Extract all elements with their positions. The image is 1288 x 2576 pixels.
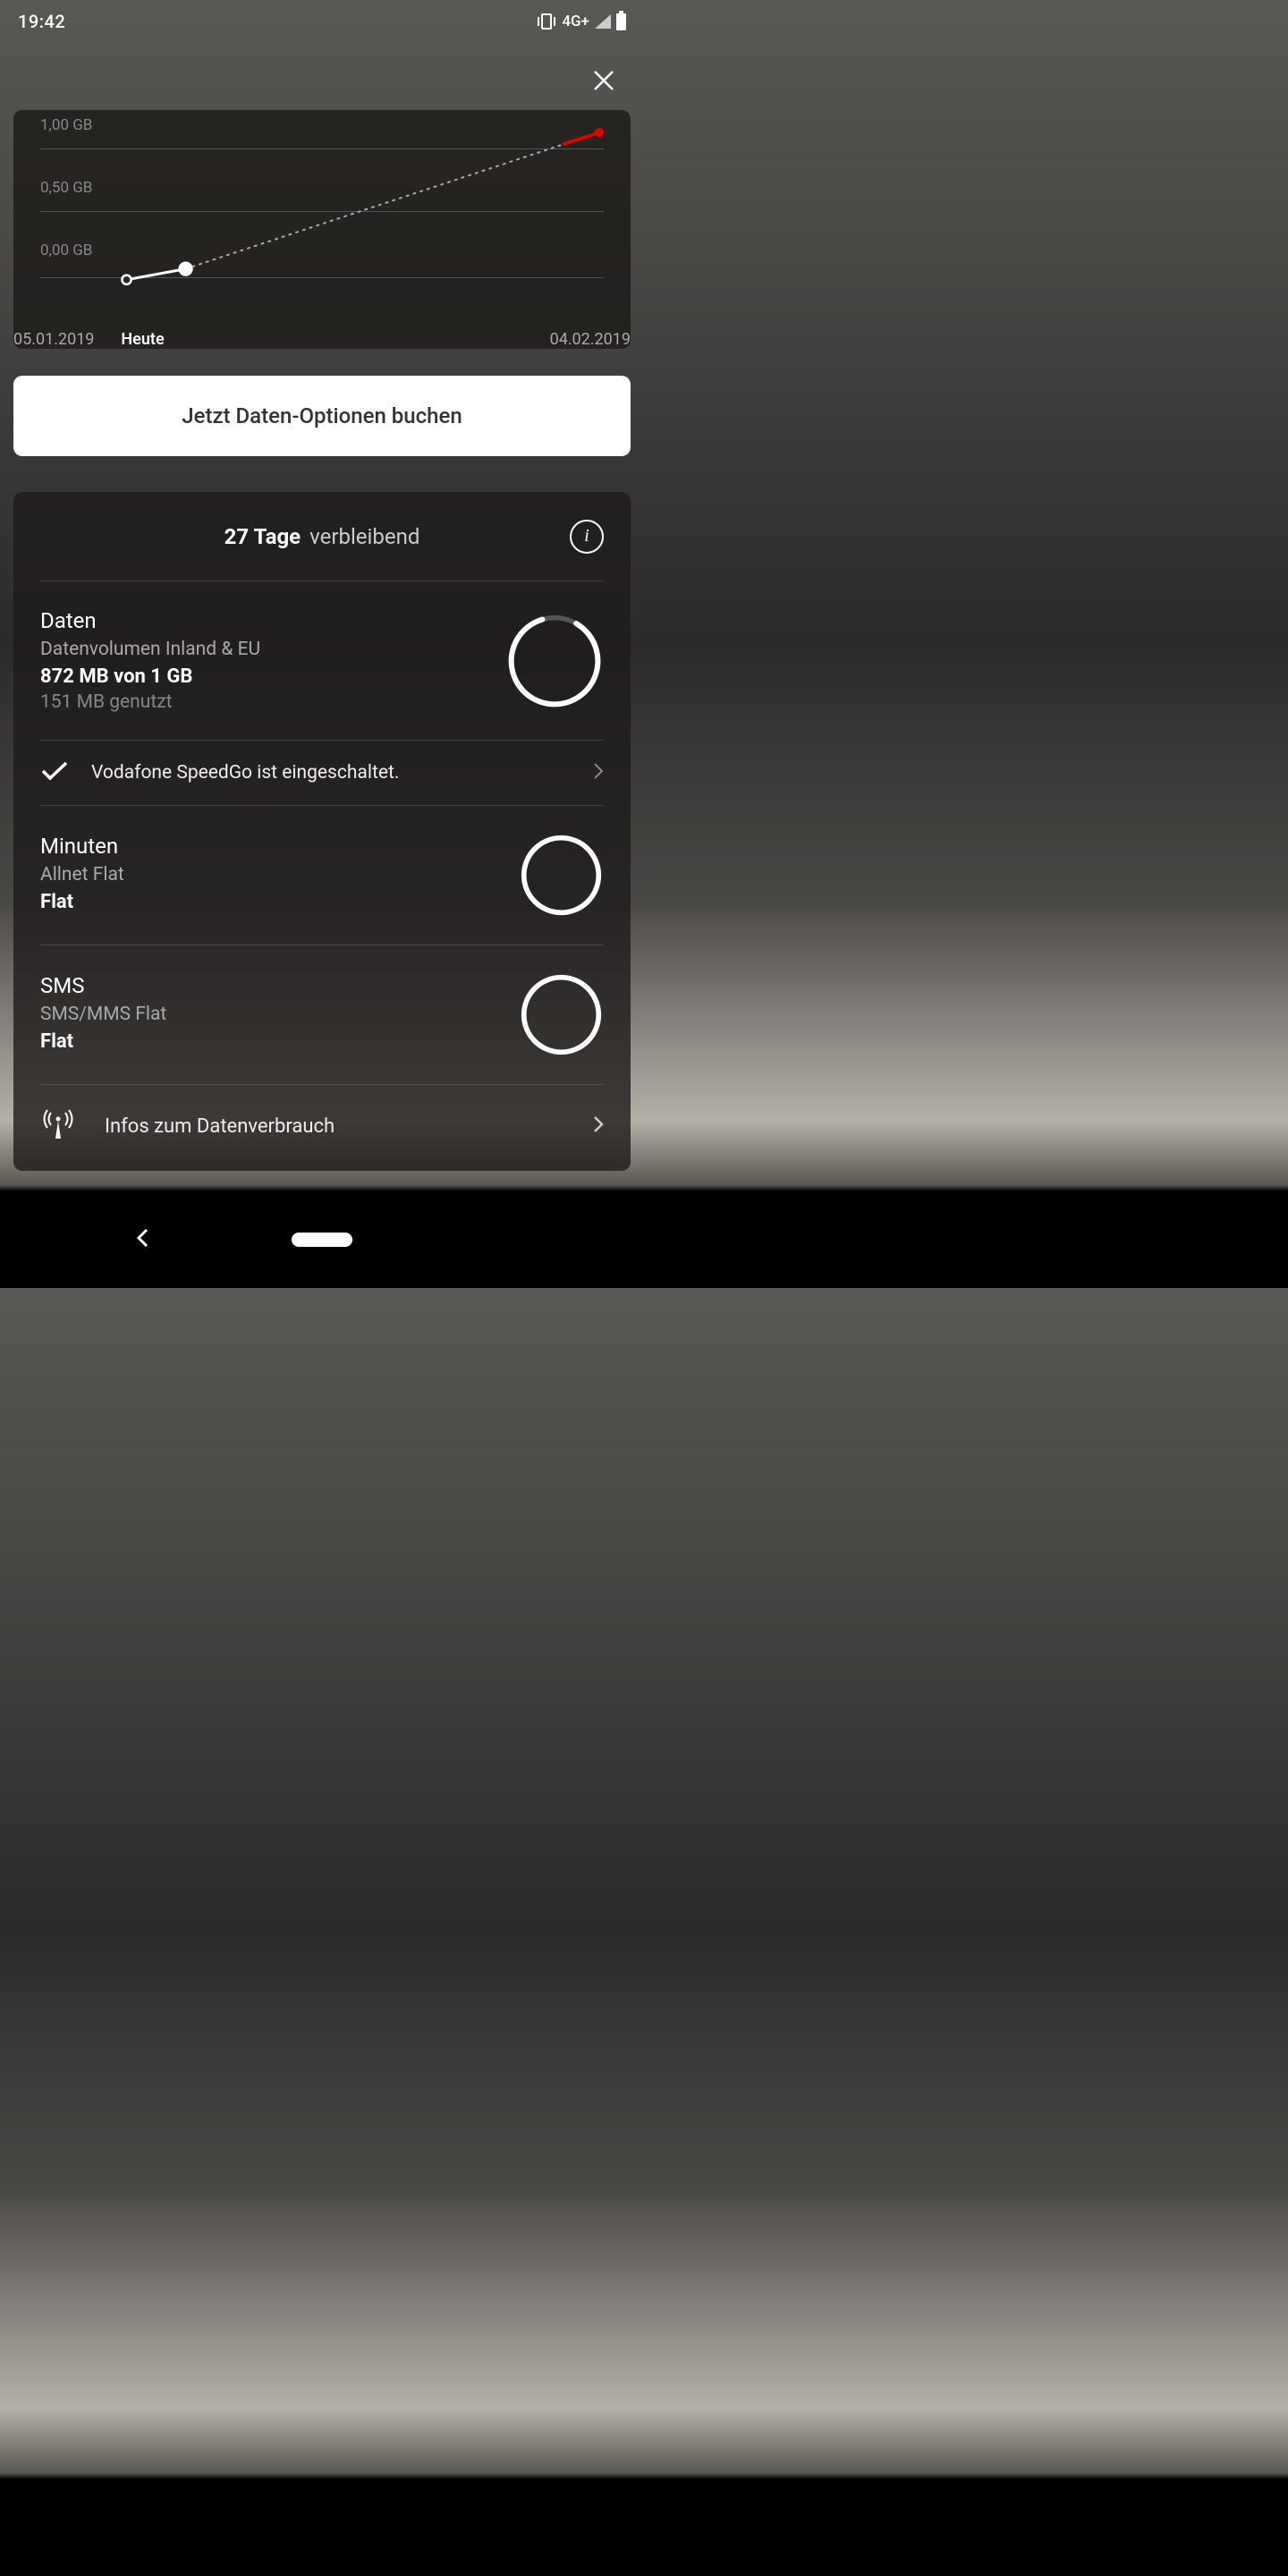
usage-chart-card: 1,00 GB 0,50 GB 0,00 GB 05.01.2019 Heute…	[13, 110, 631, 349]
status-bar: 19:42 4G+	[0, 0, 644, 43]
x-tick-today: Heute	[121, 330, 164, 349]
status-icons: 4G+	[537, 13, 626, 30]
minutes-subtitle: Allnet Flat	[40, 864, 519, 886]
data-block[interactable]: Daten Datenvolumen Inland & EU 872 MB vo…	[40, 581, 604, 741]
data-usage-info-label: Infos zum Datenverbrauch	[105, 1115, 593, 1138]
close-button[interactable]	[586, 63, 622, 98]
days-remaining-row: 27 Tage verbleibend i	[40, 492, 604, 581]
data-amount: 872 MB von 1 GB	[40, 665, 505, 688]
minutes-title: Minuten	[40, 834, 519, 859]
x-tick-end: 04.02.2019	[550, 330, 631, 349]
signal-icon	[595, 14, 611, 29]
chevron-right-icon	[593, 1115, 604, 1137]
chevron-right-icon	[593, 762, 604, 784]
x-tick-start: 05.01.2019	[13, 330, 94, 349]
data-usage-info-row[interactable]: Infos zum Datenverbrauch	[40, 1085, 604, 1171]
sms-ring-icon	[519, 972, 604, 1057]
data-ring-icon	[505, 612, 604, 710]
chart-svg	[40, 123, 604, 287]
sms-title: SMS	[40, 973, 519, 998]
days-rest: verbleibend	[309, 524, 419, 549]
data-used: 151 MB genutzt	[40, 691, 505, 713]
network-label: 4G+	[562, 13, 589, 30]
antenna-icon	[40, 1108, 76, 1144]
sms-subtitle: SMS/MMS Flat	[40, 1004, 519, 1025]
speedgo-row[interactable]: Vodafone SpeedGo ist eingeschaltet.	[40, 741, 604, 806]
days-bold: 27 Tage	[225, 524, 301, 549]
back-button[interactable]	[134, 1227, 152, 1252]
minutes-block[interactable]: Minuten Allnet Flat Flat	[40, 806, 604, 945]
data-subtitle: Datenvolumen Inland & EU	[40, 639, 505, 660]
vibrate-icon	[537, 13, 556, 30]
minutes-amount: Flat	[40, 891, 519, 913]
usage-card: 27 Tage verbleibend i Daten Datenvolumen…	[13, 492, 631, 1171]
cta-label: Jetzt Daten-Optionen buchen	[182, 403, 462, 428]
info-icon[interactable]: i	[570, 520, 604, 554]
book-data-options-button[interactable]: Jetzt Daten-Optionen buchen	[13, 376, 631, 456]
sms-block[interactable]: SMS SMS/MMS Flat Flat	[40, 945, 604, 1085]
data-title: Daten	[40, 608, 505, 633]
battery-icon	[616, 13, 626, 30]
nav-bar	[0, 1191, 644, 1288]
check-icon	[40, 760, 69, 785]
sms-amount: Flat	[40, 1030, 519, 1053]
speedgo-text: Vodafone SpeedGo ist eingeschaltet.	[91, 762, 593, 784]
minutes-ring-icon	[519, 833, 604, 918]
status-time: 19:42	[18, 11, 65, 32]
home-pill[interactable]	[292, 1233, 352, 1247]
